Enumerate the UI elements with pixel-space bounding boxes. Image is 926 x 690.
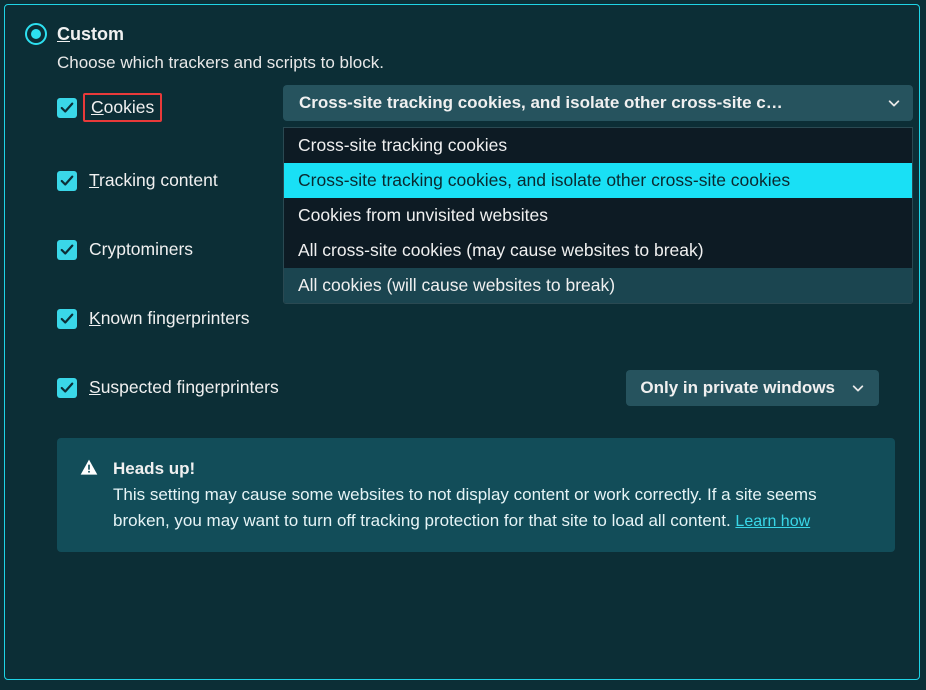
known-label: Known fingerprinters	[89, 308, 250, 329]
options-container: Cookies Cross-site tracking cookies, and…	[57, 93, 911, 398]
custom-radio[interactable]	[25, 23, 47, 45]
check-icon	[60, 243, 74, 257]
panel-subtitle: Choose which trackers and scripts to blo…	[57, 53, 911, 73]
panel-title: Custom	[57, 24, 124, 45]
dropdown-option[interactable]: Cookies from unvisited websites	[284, 198, 912, 233]
header-row: Custom	[25, 23, 911, 45]
susp-label: Suspected fingerprinters	[89, 377, 279, 398]
dropdown-option[interactable]: Cross-site tracking cookies, and isolate…	[284, 163, 912, 198]
check-icon	[60, 381, 74, 395]
suspected-select-value: Only in private windows	[640, 378, 835, 398]
dropdown-option[interactable]: All cookies (will cause websites to brea…	[284, 268, 912, 303]
check-icon	[60, 174, 74, 188]
warning-icon	[79, 458, 99, 478]
cookies-label: Cookies	[83, 93, 162, 122]
chevron-down-icon	[887, 96, 901, 110]
chevron-down-icon	[851, 381, 865, 395]
dropdown-option[interactable]: Cross-site tracking cookies	[284, 128, 912, 163]
susp-checkbox[interactable]	[57, 378, 77, 398]
info-content: Heads up! This setting may cause some we…	[113, 456, 873, 534]
learn-how-link[interactable]: Learn how	[735, 513, 810, 530]
cookies-checkbox[interactable]	[57, 98, 77, 118]
known-checkbox[interactable]	[57, 309, 77, 329]
check-icon	[60, 101, 74, 115]
dropdown-option[interactable]: All cross-site cookies (may cause websit…	[284, 233, 912, 268]
known-fingerprinters-row: Known fingerprinters	[57, 308, 911, 329]
cookies-row-wrapper: Cookies Cross-site tracking cookies, and…	[57, 93, 911, 122]
check-icon	[60, 312, 74, 326]
suspected-select[interactable]: Only in private windows	[626, 370, 879, 406]
crypto-label: Cryptominers	[89, 239, 193, 260]
tracking-label: Tracking content	[89, 170, 218, 191]
custom-tracking-panel: Custom Choose which trackers and scripts…	[4, 4, 920, 680]
cookies-dropdown: Cross-site tracking cookies Cross-site t…	[283, 127, 913, 304]
cookies-select[interactable]: Cross-site tracking cookies, and isolate…	[283, 85, 913, 121]
radio-selected-dot	[31, 29, 41, 39]
suspected-fingerprinters-row: Suspected fingerprinters Only in private…	[57, 377, 911, 398]
info-body: This setting may cause some websites to …	[113, 485, 817, 530]
heads-up-infobox: Heads up! This setting may cause some we…	[57, 438, 895, 552]
cookies-select-value: Cross-site tracking cookies, and isolate…	[299, 93, 783, 113]
info-title: Heads up!	[113, 456, 873, 482]
crypto-checkbox[interactable]	[57, 240, 77, 260]
tracking-checkbox[interactable]	[57, 171, 77, 191]
